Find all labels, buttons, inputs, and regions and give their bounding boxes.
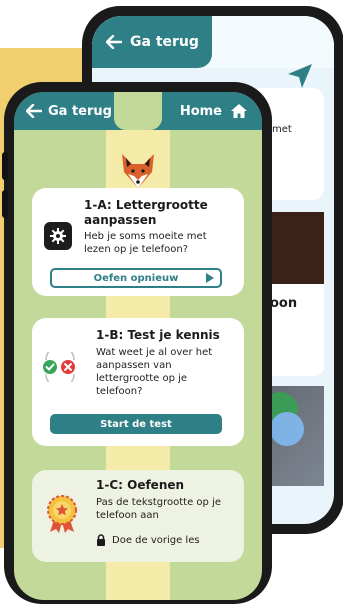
back-phone-back-button[interactable]: Ga terug xyxy=(92,16,212,68)
front-phone-screen: Ga terug Home 1-A: Lettergrootte aanpass… xyxy=(14,92,262,600)
back-phone-partial-text: met xyxy=(272,124,292,135)
play-icon xyxy=(206,273,214,283)
home-icon xyxy=(231,104,247,118)
home-button-label: Home xyxy=(179,103,222,119)
lesson-title: 1-C: Oefenen xyxy=(96,478,185,492)
lesson-title: 1-A: Lettergrootte aanpassen xyxy=(84,198,208,227)
lock-icon xyxy=(97,534,105,546)
lesson-card-1a[interactable]: 1-A: Lettergrootte aanpassen Heb je soms… xyxy=(32,188,244,296)
gear-icon xyxy=(50,228,66,244)
arrow-left-icon xyxy=(106,35,122,49)
check-cross-icon xyxy=(43,352,75,382)
lesson-description: Wat weet je al over het aanpassen van le… xyxy=(96,347,213,397)
back-button-label: Ga terug xyxy=(48,103,112,119)
arrow-left-icon xyxy=(26,104,42,118)
lesson-title: 1-B: Test je kennis xyxy=(96,328,220,342)
lesson-description: Heb je soms moeite met lezen op je telef… xyxy=(84,231,207,255)
home-button[interactable]: Home xyxy=(166,92,262,130)
header-bar: Ga terug Home xyxy=(14,92,262,130)
lesson-description: Pas de tekstgrootte op je telefoon aan xyxy=(96,497,221,521)
header-notch xyxy=(114,92,162,130)
practice-again-label: Oefen opnieuw xyxy=(93,272,179,284)
gear-icon-box xyxy=(44,222,72,250)
back-phone-back-label: Ga terug xyxy=(130,34,199,50)
navigation-arrow-icon xyxy=(288,64,312,88)
volume-button xyxy=(2,190,8,218)
back-button[interactable]: Ga terug xyxy=(14,92,114,130)
lesson-card-1b[interactable]: 1-B: Test je kennis Wat weet je al over … xyxy=(32,318,244,446)
start-test-label: Start de test xyxy=(100,418,172,430)
lesson-card-1c[interactable]: 1-C: Oefenen Pas de tekstgrootte op je t… xyxy=(32,470,244,562)
practice-again-button[interactable]: Oefen opnieuw xyxy=(50,268,222,288)
start-test-button[interactable]: Start de test xyxy=(50,414,222,434)
locked-notice-text: Doe de vorige les xyxy=(112,534,200,546)
volume-button xyxy=(2,152,8,180)
locked-notice: Doe de vorige les xyxy=(96,534,200,546)
back-phone-partial-text: oon xyxy=(270,296,298,311)
back-phone-image-detail xyxy=(270,412,304,446)
fox-mascot-icon xyxy=(122,154,154,188)
award-badge-icon xyxy=(47,495,77,533)
